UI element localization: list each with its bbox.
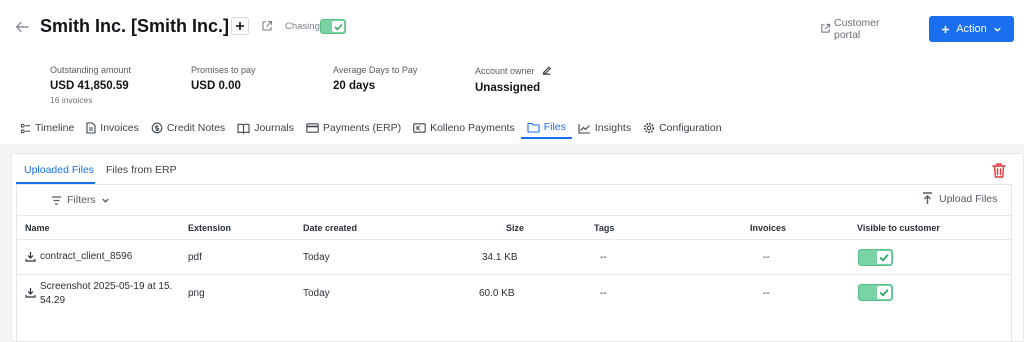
stat-label: Average Days to Pay <box>333 65 418 75</box>
customer-portal-link[interactable]: Customer portal <box>820 17 894 41</box>
file-size: 34.1 KB <box>482 252 518 263</box>
file-invoices: -- <box>763 288 770 299</box>
tab-configuration[interactable]: Configuration <box>637 117 727 139</box>
tab-label: Invoices <box>100 122 139 134</box>
column-header-invoices[interactable]: Invoices <box>750 223 786 233</box>
filter-icon <box>52 195 61 205</box>
stat-value: USD 41,850.59 <box>50 80 129 92</box>
page-title: Smith Inc. [Smith Inc.] <box>40 16 230 36</box>
file-date: Today <box>303 288 330 299</box>
upload-icon <box>923 192 932 204</box>
tab-payments-erp[interactable]: Payments (ERP) <box>300 117 407 139</box>
upload-files-label: Upload Files <box>939 192 998 205</box>
gear-icon <box>643 122 655 134</box>
external-link-icon[interactable] <box>261 20 273 32</box>
upload-files-button[interactable]: Upload Files <box>922 192 997 205</box>
back-arrow-icon[interactable] <box>14 19 30 35</box>
chasing-toggle[interactable] <box>320 19 346 34</box>
chevron-down-icon <box>994 27 1001 32</box>
check-icon <box>879 254 889 262</box>
stat-sub: 16 invoices <box>50 95 93 105</box>
tab-label: Insights <box>594 122 632 134</box>
add-button[interactable] <box>231 17 249 35</box>
file-name[interactable]: Screenshot 2025-05-19 at 15. 54.29 <box>40 280 172 308</box>
stat-label: Promises to pay <box>191 65 256 75</box>
timeline-icon <box>20 123 31 133</box>
tab-credit-notes[interactable]: Credit Notes <box>145 117 231 139</box>
tab-label: Files <box>543 121 566 133</box>
tab-label: Journals <box>254 122 294 134</box>
kolleno-payments-icon <box>413 123 426 133</box>
customer-portal-label: Customer portal <box>834 17 880 41</box>
tab-timeline[interactable]: Timeline <box>14 117 80 139</box>
file-size: 60.0 KB <box>479 288 515 299</box>
edit-icon[interactable] <box>541 65 552 76</box>
folder-icon <box>527 122 540 133</box>
trash-icon[interactable] <box>991 162 1007 179</box>
file-date: Today <box>303 252 330 263</box>
chart-icon <box>578 123 590 134</box>
file-name[interactable]: contract_client_8596 <box>40 251 132 262</box>
tab-label: Kolleno Payments <box>430 122 515 134</box>
tab-journals[interactable]: Journals <box>231 117 300 139</box>
stat-label: Account owner <box>475 65 535 76</box>
plus-icon <box>942 25 950 33</box>
tab-label: Configuration <box>659 122 722 134</box>
file-tags: -- <box>600 288 607 299</box>
table-row: Screenshot 2025-05-19 at 15. 54.29 png T… <box>17 275 1011 313</box>
column-header-tags[interactable]: Tags <box>594 223 614 233</box>
chevron-down-icon <box>101 198 109 203</box>
subtab-uploaded-files[interactable]: Uploaded Files <box>24 164 94 176</box>
credit-note-icon <box>151 122 163 134</box>
file-name-line: Screenshot 2025-05-19 at 15. <box>40 281 173 292</box>
action-button[interactable]: Action <box>929 16 1014 42</box>
column-header-name[interactable]: Name <box>25 223 50 233</box>
card-icon <box>306 123 319 133</box>
tab-label: Timeline <box>35 122 75 134</box>
book-icon <box>237 123 250 134</box>
stat-avg-days: Average Days to Pay 20 days <box>333 65 417 92</box>
tab-label: Credit Notes <box>166 122 226 134</box>
stat-label: Outstanding amount <box>50 65 132 75</box>
external-link-icon <box>821 23 831 33</box>
column-header-date-created[interactable]: Date created <box>303 223 357 233</box>
file-extension: png <box>188 288 205 299</box>
filters-button[interactable]: Filters <box>51 194 110 206</box>
chasing-label: Chasing <box>285 21 320 32</box>
check-icon <box>333 23 343 31</box>
invoice-icon <box>86 122 96 134</box>
plus-icon <box>236 22 244 30</box>
column-header-visible-to-customer[interactable]: Visible to customer <box>857 223 940 233</box>
tab-kolleno-payments[interactable]: Kolleno Payments <box>407 117 521 139</box>
filters-label: Filters <box>67 194 96 206</box>
column-header-size[interactable]: Size <box>506 223 524 233</box>
stat-account-owner: Account owner Unassigned <box>475 65 552 94</box>
subtab-files-from-erp[interactable]: Files from ERP <box>106 164 177 176</box>
visible-toggle[interactable] <box>858 249 893 266</box>
divider <box>17 215 1011 216</box>
tab-invoices[interactable]: Invoices <box>80 117 145 139</box>
stat-promises: Promises to pay USD 0.00 <box>191 65 256 92</box>
download-icon[interactable] <box>25 251 36 262</box>
file-name-line: 54.29 <box>40 295 66 306</box>
visible-toggle[interactable] <box>858 284 893 301</box>
tab-insights[interactable]: Insights <box>572 117 637 139</box>
table-row: contract_client_8596 pdf Today 34.1 KB -… <box>17 240 1011 274</box>
file-invoices: -- <box>763 252 770 263</box>
download-icon[interactable] <box>25 287 36 298</box>
column-header-extension[interactable]: Extension <box>188 223 231 233</box>
file-tags: -- <box>600 252 607 263</box>
action-label: Action <box>956 23 987 35</box>
file-extension: pdf <box>188 252 202 263</box>
tab-label: Payments (ERP) <box>322 122 402 134</box>
check-icon <box>879 289 889 297</box>
tab-files[interactable]: Files <box>520 117 572 139</box>
stat-outstanding: Outstanding amount USD 41,850.59 16 invo… <box>50 65 131 105</box>
stat-value[interactable]: Unassigned <box>475 82 552 94</box>
tab-bar: Timeline Invoices Credit Notes Journals … <box>14 117 728 141</box>
stat-value: USD 0.00 <box>191 80 241 92</box>
stat-value: 20 days <box>333 80 376 92</box>
